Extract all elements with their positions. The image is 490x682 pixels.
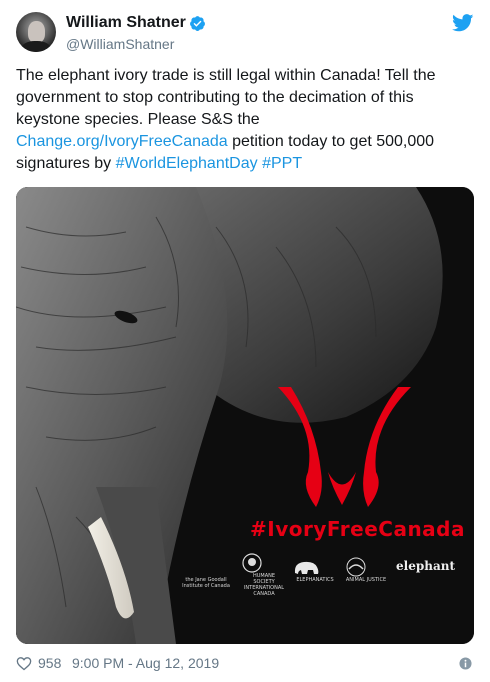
petition-link[interactable]: Change.org/IvoryFreeCanada [16,133,228,150]
verified-badge-icon [189,15,205,31]
humane-society-logo: HUMANE SOCIETY INTERNATIONAL CANADA [242,553,286,597]
elephanatics-label: ELEPHANATICS [296,577,334,583]
humane-society-icon [242,553,262,573]
hashtag-ppt[interactable]: #PPT [262,155,302,172]
animal-justice-icon [346,557,366,577]
tweet-card: William Shatner @WilliamShatner The elep… [0,0,490,682]
elephanatics-icon [294,561,319,574]
twitter-bird-icon[interactable] [452,14,474,32]
animal-justice-logo: ANIMAL JUSTICE [344,557,388,583]
like-count: 958 [38,655,62,671]
info-icon[interactable] [459,657,472,670]
elephanatics-logo: ELEPHANATICS [292,557,338,583]
jane-goodall-label: the Jane Goodall Institute of Canada [182,577,230,589]
elephant-fund-logo: elephant [396,559,455,573]
tweet-text: The elephant ivory trade is still legal … [16,65,474,175]
heart-icon[interactable] [16,656,32,671]
author-name[interactable]: William Shatner [66,13,186,33]
author-block[interactable]: William Shatner @WilliamShatner [66,13,206,53]
campaign-hashtag: #IvoryFreeCanada [250,517,465,541]
avatar[interactable] [16,12,56,52]
tweet-footer: 958 9:00 PM - Aug 12, 2019 [16,654,474,674]
tweet-header: William Shatner @WilliamShatner [16,12,474,56]
elephant-fund-label: elephant [396,559,455,573]
humane-society-label: HUMANE SOCIETY INTERNATIONAL CANADA [243,573,285,597]
timestamp[interactable]: 9:00 PM - Aug 12, 2019 [72,655,219,671]
tweet-text-part1: The elephant ivory trade is still legal … [16,67,436,128]
partner-logos: the Jane Goodall Institute of Canada HUM… [176,553,474,613]
hashtag-world-elephant-day[interactable]: #WorldElephantDay [116,155,258,172]
animal-justice-label: ANIMAL JUSTICE [345,577,387,583]
avatar-body [21,41,51,52]
jane-goodall-logo: the Jane Goodall Institute of Canada [176,577,236,589]
avatar-face [28,21,45,43]
tweet-image[interactable]: #IvoryFreeCanada the Jane Goodall Instit… [16,187,474,644]
author-handle[interactable]: @WilliamShatner [66,35,206,53]
